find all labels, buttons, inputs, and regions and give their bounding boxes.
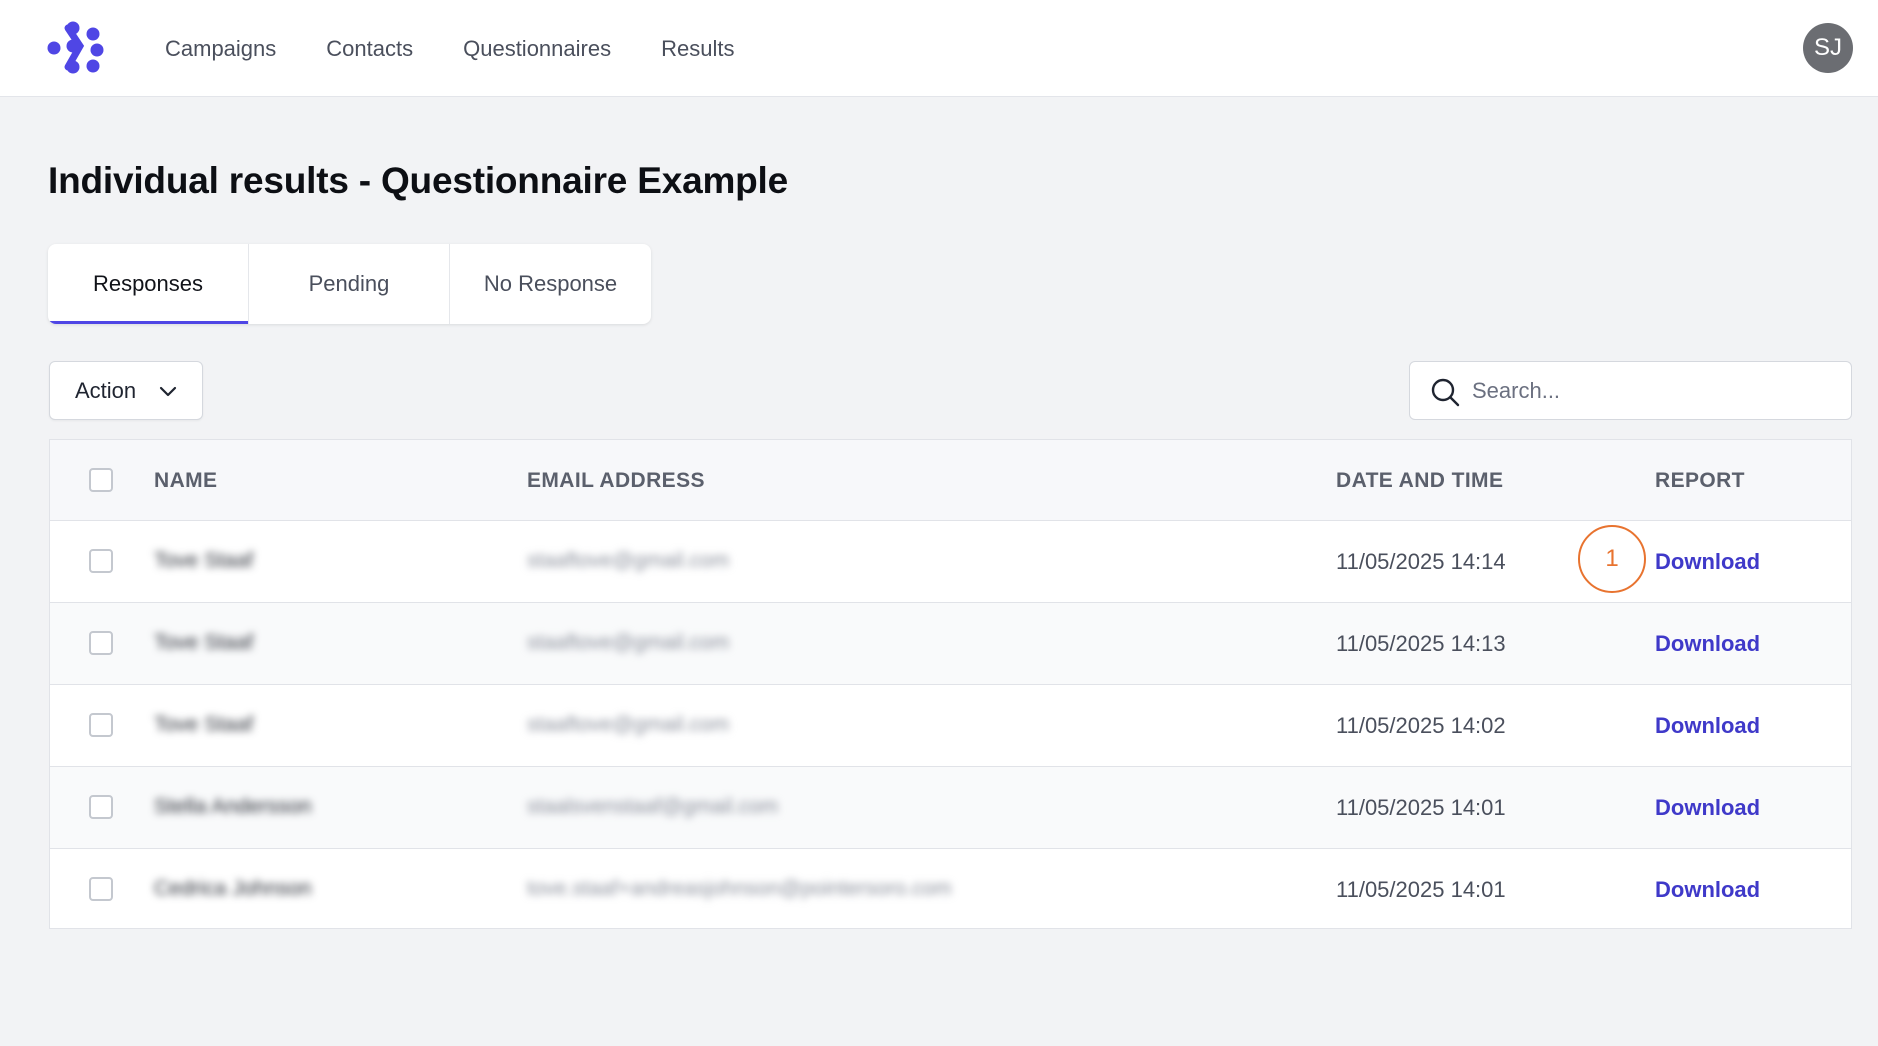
column-header-date[interactable]: DATE AND TIME: [1336, 469, 1503, 493]
response-date: 11/05/2025 14:01: [1336, 877, 1506, 902]
row-checkbox[interactable]: [89, 549, 113, 573]
respondent-name: Tove Staaf: [154, 713, 254, 736]
nav-results[interactable]: Results: [661, 36, 734, 62]
row-checkbox[interactable]: [89, 631, 113, 655]
table-row: Stella Andersson staalsvenstaaf@gmail.co…: [50, 767, 1851, 849]
respondent-name: Tove Staaf: [154, 549, 254, 572]
search-input[interactable]: [1472, 372, 1832, 410]
row-checkbox[interactable]: [89, 713, 113, 737]
main-nav: Campaigns Contacts Questionnaires Result…: [165, 0, 784, 97]
result-tabs: Responses Pending No Response: [48, 244, 651, 324]
response-date: 11/05/2025 14:13: [1336, 631, 1506, 656]
table-row: Cedrica Johnson tove.staaf+andreasjohnso…: [50, 849, 1851, 931]
response-date: 11/05/2025 14:02: [1336, 713, 1506, 738]
respondent-email: staalsvenstaaf@gmail.com: [527, 795, 779, 818]
table-row: Tove Staaf staaftove@gmail.com 11/05/202…: [50, 685, 1851, 767]
results-table: NAME EMAIL ADDRESS DATE AND TIME REPORT …: [49, 439, 1852, 929]
user-avatar[interactable]: SJ: [1803, 23, 1853, 73]
column-header-email[interactable]: EMAIL ADDRESS: [527, 469, 705, 493]
action-dropdown-label: Action: [75, 377, 137, 403]
nav-campaigns[interactable]: Campaigns: [165, 36, 276, 62]
app-logo-icon[interactable]: [46, 21, 106, 75]
tab-responses[interactable]: Responses: [48, 244, 249, 324]
respondent-name: Tove Staaf: [154, 631, 254, 654]
row-checkbox[interactable]: [89, 795, 113, 819]
respondent-email: staaftove@gmail.com: [527, 713, 730, 736]
select-all-checkbox[interactable]: [89, 468, 113, 492]
row-checkbox[interactable]: [89, 877, 113, 901]
response-date: 11/05/2025 14:14: [1336, 549, 1506, 574]
response-date: 11/05/2025 14:01: [1336, 795, 1506, 820]
tab-pending[interactable]: Pending: [249, 244, 450, 324]
search-icon: [1431, 378, 1460, 407]
download-report-link[interactable]: Download: [1655, 549, 1760, 575]
nav-contacts[interactable]: Contacts: [326, 36, 413, 62]
chevron-down-icon: [159, 386, 177, 397]
download-report-link[interactable]: Download: [1655, 877, 1760, 903]
respondent-email: staaftove@gmail.com: [527, 549, 730, 572]
table-header: NAME EMAIL ADDRESS DATE AND TIME REPORT: [50, 440, 1851, 521]
column-header-name[interactable]: NAME: [154, 469, 217, 493]
respondent-name: Stella Andersson: [154, 795, 312, 818]
top-navigation-bar: Campaigns Contacts Questionnaires Result…: [0, 0, 1878, 97]
column-header-report: REPORT: [1655, 469, 1745, 492]
respondent-email: tove.staaf+andreasjohnson@pointersoro.co…: [527, 877, 952, 900]
respondent-email: staaftove@gmail.com: [527, 631, 730, 654]
download-report-link[interactable]: Download: [1655, 713, 1760, 739]
respondent-name: Cedrica Johnson: [154, 877, 312, 900]
table-row: Tove Staaf staaftove@gmail.com 11/05/202…: [50, 603, 1851, 685]
search-box: [1409, 361, 1852, 420]
nav-questionnaires[interactable]: Questionnaires: [463, 36, 611, 62]
download-report-link[interactable]: Download: [1655, 631, 1760, 657]
action-dropdown-button[interactable]: Action: [49, 361, 203, 420]
tab-no-response[interactable]: No Response: [450, 244, 651, 324]
page-title: Individual results - Questionnaire Examp…: [48, 160, 789, 201]
step-marker: 1: [1578, 525, 1646, 593]
download-report-link[interactable]: Download: [1655, 795, 1760, 821]
